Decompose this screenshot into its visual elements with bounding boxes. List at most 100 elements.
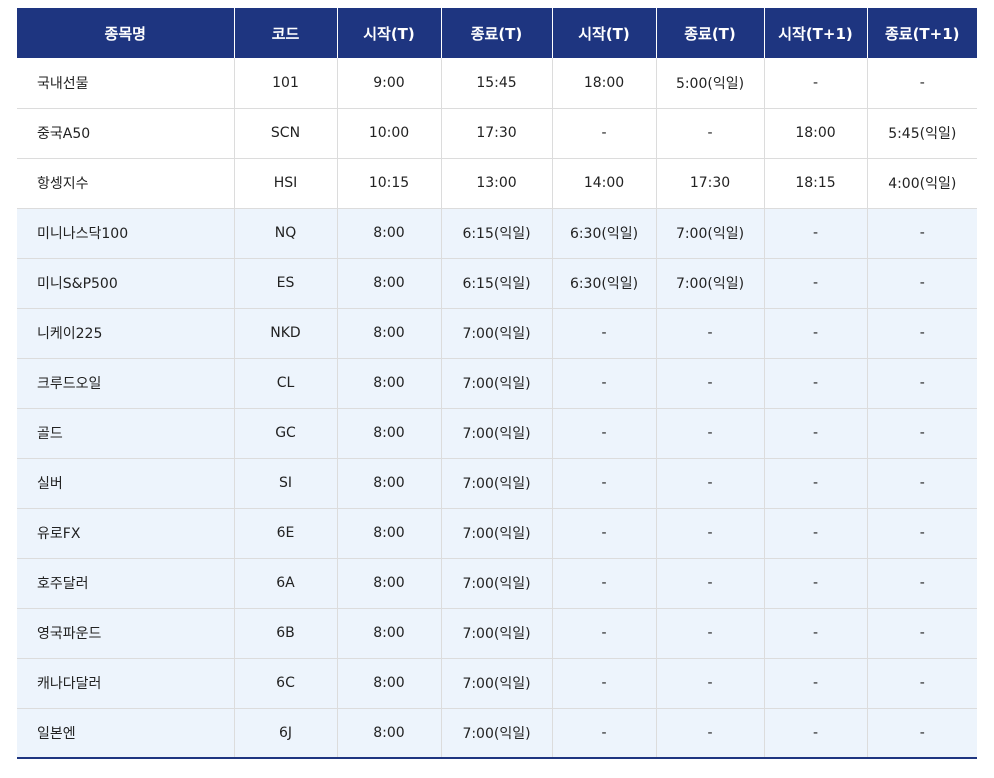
- cell-start-t-2: -: [551, 558, 656, 609]
- cell-code: 6A: [233, 558, 337, 609]
- cell-start-t-2: 6:30(익일): [551, 258, 656, 309]
- cell-start-t-plus-1: -: [763, 308, 867, 359]
- cell-code: HSI: [233, 158, 337, 209]
- cell-end-t: 7:00(익일): [440, 508, 552, 559]
- cell-end-t-plus-1: -: [866, 258, 977, 309]
- cell-end-t: 17:30: [440, 108, 552, 159]
- cell-name: 니케이225: [17, 308, 234, 359]
- cell-end-t-plus-1: -: [866, 408, 977, 459]
- cell-start-t-2: -: [551, 458, 656, 509]
- cell-end-t-plus-1: -: [866, 58, 977, 109]
- table-row: 캐나다달러 6C 8:00 7:00(익일) - - - -: [17, 658, 977, 709]
- cell-end-t-2: 7:00(익일): [655, 258, 764, 309]
- col-header-code: 코드: [233, 8, 338, 58]
- table-body: 국내선물 101 9:00 15:45 18:00 5:00(익일) - - 중국A50 SCN 1…: [17, 58, 977, 759]
- cell-end-t: 7:00(익일): [440, 658, 552, 709]
- col-header-end-t: 종료(T): [440, 8, 553, 58]
- table-row: 일본엔 6J 8:00 7:00(익일) - - - -: [17, 708, 977, 759]
- cell-end-t-plus-1: 5:45(익일): [866, 108, 977, 159]
- header-row: 종목명 코드 시작(T) 종료(T) 시작(T) 종료(T) 시작(T+1) 종…: [17, 8, 977, 58]
- cell-start-t-2: -: [551, 308, 656, 359]
- cell-code: CL: [233, 358, 337, 409]
- cell-name: 일본엔: [17, 708, 234, 759]
- cell-start-t-plus-1: -: [763, 608, 867, 659]
- cell-start-t-2: -: [551, 508, 656, 559]
- cell-end-t-2: -: [655, 558, 764, 609]
- cell-end-t-2: -: [655, 408, 764, 459]
- cell-code: SI: [233, 458, 337, 509]
- cell-code: 6C: [233, 658, 337, 709]
- cell-end-t: 7:00(익일): [440, 358, 552, 409]
- table-row: 유로FX 6E 8:00 7:00(익일) - - - -: [17, 508, 977, 559]
- cell-end-t: 7:00(익일): [440, 458, 552, 509]
- cell-end-t: 7:00(익일): [440, 408, 552, 459]
- cell-start-t-plus-1: -: [763, 508, 867, 559]
- cell-name: 영국파운드: [17, 608, 234, 659]
- cell-start-t: 9:00: [336, 58, 441, 109]
- cell-start-t-plus-1: -: [763, 208, 867, 259]
- table-row: 중국A50 SCN 10:00 17:30- -18:00 5:45(익일): [17, 108, 977, 159]
- cell-start-t-2: -: [551, 108, 656, 159]
- cell-start-t: 8:00: [336, 208, 441, 259]
- cell-end-t: 6:15(익일): [440, 258, 552, 309]
- cell-name: 국내선물: [17, 58, 234, 109]
- cell-end-t-2: -: [655, 108, 764, 159]
- cell-start-t-2: -: [551, 658, 656, 709]
- cell-end-t: 15:45: [440, 58, 552, 109]
- cell-end-t-plus-1: -: [866, 658, 977, 709]
- cell-start-t-2: -: [551, 358, 656, 409]
- cell-end-t-2: 5:00(익일): [655, 58, 764, 109]
- cell-name: 실버: [17, 458, 234, 509]
- col-header-start-t-2: 시작(T): [551, 8, 657, 58]
- cell-start-t-plus-1: 18:00: [763, 108, 867, 159]
- cell-start-t-2: -: [551, 408, 656, 459]
- cell-start-t-plus-1: -: [763, 658, 867, 709]
- cell-end-t-plus-1: -: [866, 558, 977, 609]
- cell-code: NKD: [233, 308, 337, 359]
- cell-start-t: 10:00: [336, 108, 441, 159]
- cell-name: 미니S&P500: [17, 258, 234, 309]
- col-header-start-t: 시작(T): [336, 8, 442, 58]
- cell-start-t-2: 18:00: [551, 58, 656, 109]
- table-row: 실버 SI 8:00 7:00(익일) - - - -: [17, 458, 977, 509]
- cell-end-t-2: -: [655, 308, 764, 359]
- cell-code: 6B: [233, 608, 337, 659]
- cell-code: ES: [233, 258, 337, 309]
- cell-end-t-plus-1: -: [866, 608, 977, 659]
- trading-hours-panel: 종목명 코드 시작(T) 종료(T) 시작(T) 종료(T) 시작(T+1) 종…: [0, 0, 994, 778]
- cell-end-t-plus-1: -: [866, 708, 977, 759]
- cell-start-t-plus-1: -: [763, 708, 867, 759]
- cell-start-t: 10:15: [336, 158, 441, 209]
- cell-end-t-plus-1: -: [866, 358, 977, 409]
- trading-hours-table: 종목명 코드 시작(T) 종료(T) 시작(T) 종료(T) 시작(T+1) 종…: [17, 8, 977, 759]
- cell-end-t-2: -: [655, 508, 764, 559]
- cell-start-t-2: -: [551, 708, 656, 759]
- cell-end-t: 7:00(익일): [440, 608, 552, 659]
- cell-end-t: 7:00(익일): [440, 708, 552, 759]
- cell-start-t: 8:00: [336, 608, 441, 659]
- cell-code: SCN: [233, 108, 337, 159]
- cell-code: 101: [233, 58, 337, 109]
- table-header: 종목명 코드 시작(T) 종료(T) 시작(T) 종료(T) 시작(T+1) 종…: [17, 8, 977, 58]
- table-row: 니케이225 NKD 8:00 7:00(익일) - - - -: [17, 308, 977, 359]
- cell-end-t-plus-1: -: [866, 208, 977, 259]
- cell-start-t-plus-1: -: [763, 258, 867, 309]
- cell-start-t: 8:00: [336, 508, 441, 559]
- cell-start-t-2: 6:30(익일): [551, 208, 656, 259]
- cell-name: 항셍지수: [17, 158, 234, 209]
- cell-end-t: 7:00(익일): [440, 308, 552, 359]
- cell-end-t-2: -: [655, 608, 764, 659]
- cell-start-t: 8:00: [336, 658, 441, 709]
- table-row: 미니나스닥100 NQ 8:00 6:15(익일) 6:30(익일) 7:00(익일) - -: [17, 208, 977, 259]
- col-header-end-t-2: 종료(T): [655, 8, 765, 58]
- cell-name: 캐나다달러: [17, 658, 234, 709]
- cell-start-t-plus-1: -: [763, 558, 867, 609]
- cell-start-t-plus-1: -: [763, 58, 867, 109]
- cell-start-t: 8:00: [336, 408, 441, 459]
- cell-end-t-2: -: [655, 658, 764, 709]
- table-row: 호주달러 6A 8:00 7:00(익일) - - - -: [17, 558, 977, 609]
- cell-end-t: 7:00(익일): [440, 558, 552, 609]
- table-row: 크루드오일 CL 8:00 7:00(익일) - - - -: [17, 358, 977, 409]
- cell-end-t-plus-1: -: [866, 308, 977, 359]
- cell-end-t: 6:15(익일): [440, 208, 552, 259]
